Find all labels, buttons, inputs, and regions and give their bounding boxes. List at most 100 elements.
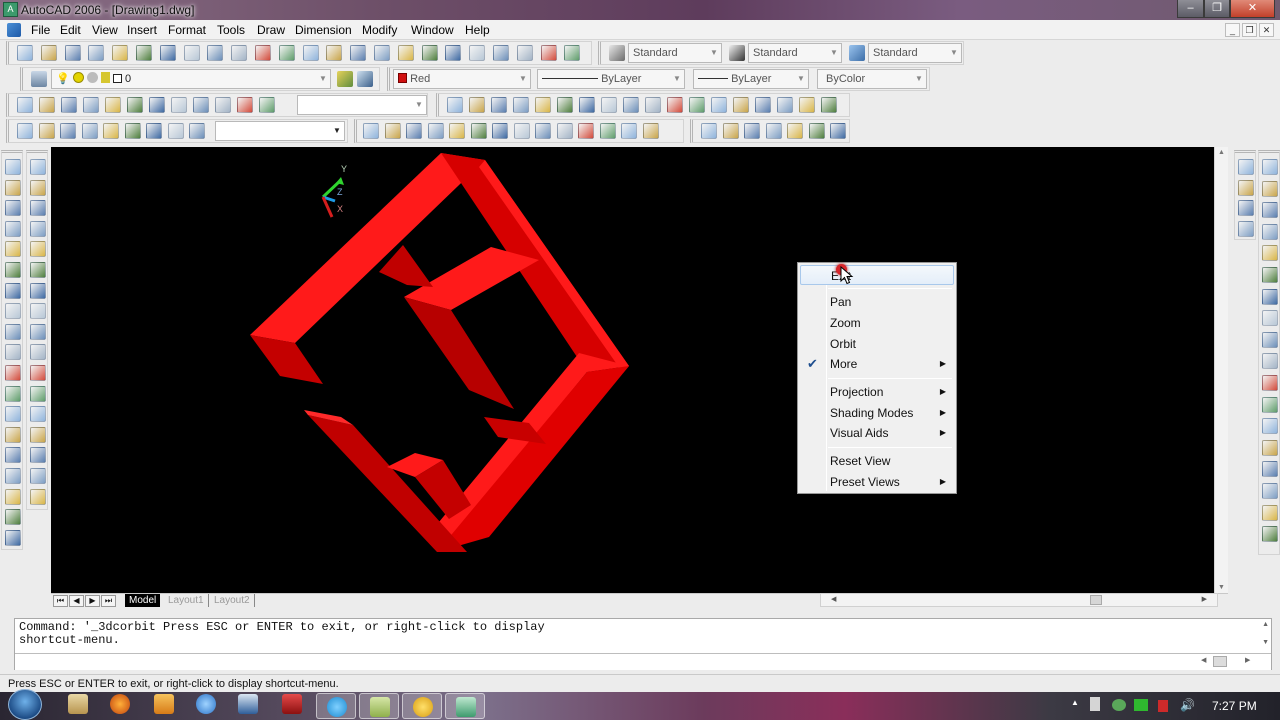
extend-icon[interactable]	[30, 365, 46, 381]
dim-style-combo[interactable]: Standard ▼	[748, 43, 842, 63]
block-editor-icon[interactable]	[255, 45, 271, 61]
ne-iso-icon[interactable]	[215, 97, 231, 113]
layer-manager-icon[interactable]	[31, 71, 47, 87]
network-icon[interactable]	[1112, 699, 1126, 711]
cmd-scroll-left-icon[interactable]: ◀	[1201, 656, 1206, 664]
taper-faces-icon[interactable]	[623, 97, 639, 113]
menu-item-preset-views[interactable]: Preset Views ▶	[800, 472, 954, 492]
cmd-scroll-down-icon[interactable]: ▼	[1262, 639, 1269, 646]
break-icon[interactable]	[30, 406, 46, 423]
interfere-icon[interactable]	[578, 123, 594, 139]
dim-edit-icon[interactable]	[1262, 461, 1278, 478]
ucs-zaxis-icon[interactable]	[167, 123, 184, 139]
fillet-icon[interactable]	[30, 468, 46, 484]
gouraud-shaded-icon[interactable]	[787, 123, 803, 139]
right-view-icon[interactable]	[105, 97, 121, 113]
layer-previous-icon[interactable]	[357, 71, 373, 87]
menu-item-more[interactable]: ✔ More ▶	[800, 354, 954, 374]
flat-edges-icon[interactable]	[808, 123, 825, 139]
polygon-icon[interactable]	[5, 220, 21, 237]
menu-item-projection[interactable]: Projection ▶	[800, 382, 954, 402]
revision-cloud-icon[interactable]	[5, 303, 21, 320]
tolerance-icon[interactable]	[1262, 418, 1278, 435]
command-input[interactable]: ◀ ▶	[15, 653, 1271, 670]
lineweight-combo[interactable]: ByLayer ▼	[693, 69, 809, 89]
start-button[interactable]	[8, 689, 42, 720]
menu-view[interactable]: View	[91, 22, 119, 38]
clean-icon[interactable]	[755, 97, 771, 113]
box-icon[interactable]	[363, 123, 379, 139]
flat-shaded-icon[interactable]	[765, 123, 782, 139]
line-icon[interactable]	[5, 159, 21, 175]
setup-drawing-icon[interactable]	[599, 123, 616, 139]
wedge-icon[interactable]	[449, 123, 465, 139]
bring-to-front-icon[interactable]	[1238, 159, 1254, 175]
sheet-set-icon[interactable]	[493, 45, 509, 61]
jogged-icon[interactable]	[1262, 267, 1278, 283]
dim-update-icon[interactable]	[1262, 504, 1278, 521]
subtract-icon[interactable]	[469, 97, 485, 113]
delete-faces-icon[interactable]	[579, 97, 595, 113]
qnew-icon[interactable]	[17, 45, 33, 61]
taskbar-notepad[interactable]	[359, 693, 399, 719]
hatch-icon[interactable]	[5, 447, 21, 464]
zoom-previous-icon[interactable]	[397, 45, 414, 61]
paste-icon[interactable]	[207, 45, 224, 61]
array-icon[interactable]	[30, 241, 46, 258]
help-icon[interactable]	[564, 45, 581, 61]
cmd-hscroll[interactable]: ◀ ▶	[1199, 656, 1257, 668]
cmd-scroll-thumb[interactable]	[1213, 656, 1227, 667]
menu-item-pan[interactable]: Pan	[800, 292, 954, 312]
quick-dim-icon[interactable]	[1262, 331, 1278, 348]
color-edges-icon[interactable]	[711, 97, 727, 113]
scroll-thumb[interactable]	[1090, 595, 1102, 605]
text-style-icon[interactable]	[609, 45, 625, 61]
ellipse-icon[interactable]	[5, 344, 21, 361]
menu-item-zoom[interactable]: Zoom	[800, 313, 954, 333]
linear-dim-icon[interactable]	[1262, 159, 1278, 175]
top-view-icon[interactable]	[39, 97, 55, 113]
drawing-viewport[interactable]: Y Z X	[51, 147, 1214, 593]
scroll-up-arrow-icon[interactable]: ▲	[1218, 149, 1225, 156]
copy-edges-icon[interactable]	[689, 97, 705, 113]
radius-icon[interactable]	[1262, 245, 1278, 262]
menu-item-visual-aids[interactable]: Visual Aids ▶	[800, 423, 954, 443]
explode-icon[interactable]	[30, 488, 46, 505]
undo-icon[interactable]	[278, 45, 295, 61]
last-tab-button[interactable]: ⏭	[101, 595, 116, 607]
cylinder-icon[interactable]	[406, 123, 422, 139]
volume-icon[interactable]: 🔊	[1180, 698, 1195, 712]
zoom-realtime-icon[interactable]	[350, 45, 367, 61]
named-views-combo[interactable]: ▼	[297, 95, 427, 115]
menu-edit[interactable]: Edit	[59, 22, 82, 38]
imprint-icon[interactable]	[733, 97, 749, 113]
dim-style-icon[interactable]	[729, 45, 745, 61]
erase-icon[interactable]	[30, 159, 46, 175]
media-player-icon[interactable]	[154, 694, 174, 714]
restore-button[interactable]: ❐	[1204, 0, 1230, 18]
named-views-icon[interactable]	[17, 97, 33, 113]
windows-explorer-icon[interactable]	[68, 694, 88, 714]
back-view-icon[interactable]	[149, 97, 165, 113]
angular-icon[interactable]	[1262, 310, 1278, 327]
setup-view-icon[interactable]	[621, 123, 637, 139]
menu-format[interactable]: Format	[167, 22, 207, 38]
properties-icon[interactable]	[421, 45, 438, 61]
setup-profile-icon[interactable]	[642, 123, 659, 139]
construction-line-icon[interactable]	[5, 179, 21, 196]
separate-icon[interactable]	[777, 97, 793, 113]
copy-faces-icon[interactable]	[645, 97, 661, 113]
menu-item-exit[interactable]: Exit	[800, 265, 954, 285]
extrude-faces-icon[interactable]	[513, 97, 529, 113]
ucs-origin-icon[interactable]	[146, 123, 162, 139]
bottom-view-icon[interactable]	[61, 97, 77, 113]
nw-iso-icon[interactable]	[237, 97, 253, 113]
bring-above-icon[interactable]	[1238, 200, 1254, 216]
ucs-combo[interactable]: ▼	[215, 121, 345, 141]
polyline-icon[interactable]	[5, 200, 21, 217]
cmd-scroll-up-icon[interactable]: ▲	[1262, 621, 1269, 628]
scroll-right-arrow-icon[interactable]: ▶	[1202, 595, 1207, 603]
baseline-icon[interactable]	[1262, 353, 1278, 370]
copy-object-icon[interactable]	[30, 179, 46, 196]
scroll-left-arrow-icon[interactable]: ◀	[831, 595, 836, 603]
